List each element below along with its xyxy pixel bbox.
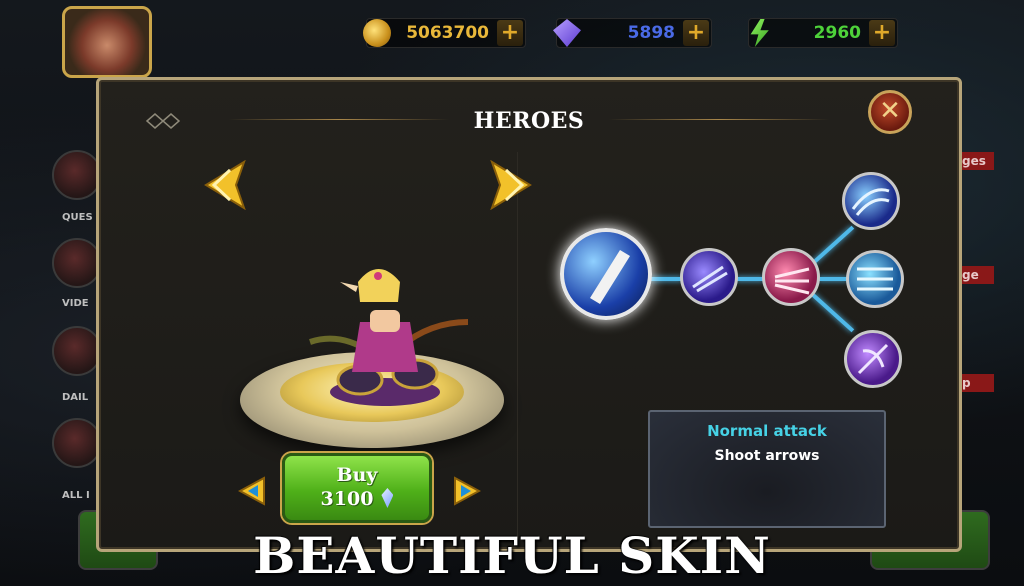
wave-arrow-icon xyxy=(851,188,890,216)
quest-button[interactable] xyxy=(52,150,102,200)
skill-link-1 xyxy=(650,277,682,281)
add-gems-button[interactable]: + xyxy=(683,20,709,46)
energy-counter: 2960 + xyxy=(748,18,898,48)
quest-label: QUES xyxy=(62,212,93,223)
next-skin-button[interactable] xyxy=(453,476,481,506)
title-band: HEROES xyxy=(229,100,829,140)
skill-6-icon[interactable] xyxy=(844,330,902,388)
gold-coin-icon xyxy=(363,19,391,47)
gem-amount: 5898 xyxy=(627,23,675,43)
burst-icon xyxy=(774,267,810,295)
skill-link-2 xyxy=(736,277,764,281)
all-heroes-button[interactable] xyxy=(52,418,102,468)
previous-skin-button[interactable] xyxy=(238,476,266,506)
sword-icon xyxy=(590,250,630,304)
buy-label: Buy xyxy=(336,464,378,486)
close-icon: ✕ xyxy=(879,96,901,126)
panel-divider xyxy=(517,152,518,547)
hero-archer-model[interactable] xyxy=(300,262,470,412)
gold-counter: 5063700 + xyxy=(363,18,526,48)
skill-5-icon[interactable] xyxy=(846,250,904,308)
skill-3-icon[interactable] xyxy=(762,248,820,306)
gem-icon xyxy=(553,19,581,47)
skill-info-title: Normal attack xyxy=(707,422,827,440)
skill-info-box: Normal attack Shoot arrows xyxy=(648,410,886,528)
buy-price: 3100 xyxy=(285,488,429,510)
right-tag-1[interactable]: ges xyxy=(960,152,994,170)
energy-bolt-icon xyxy=(750,19,769,47)
add-gold-button[interactable]: + xyxy=(497,20,523,46)
skill-link-3 xyxy=(818,277,848,281)
next-hero-button[interactable] xyxy=(490,160,536,210)
buy-button[interactable]: Buy 3100 xyxy=(282,453,432,523)
daily-button[interactable] xyxy=(52,326,102,376)
skill-4-icon[interactable] xyxy=(842,172,900,230)
daily-label: DAIL xyxy=(62,392,89,403)
add-energy-button[interactable]: + xyxy=(869,20,895,46)
video-button[interactable] xyxy=(52,238,102,288)
video-label: VIDE xyxy=(62,298,89,309)
panel-title: HEROES xyxy=(473,108,585,134)
triple-arrow-icon xyxy=(857,267,893,291)
arrows-icon xyxy=(692,265,728,293)
buy-price-value: 3100 xyxy=(320,488,374,510)
right-tag-3[interactable]: p xyxy=(960,374,994,392)
player-avatar[interactable] xyxy=(62,6,152,78)
previous-hero-button[interactable] xyxy=(200,160,246,210)
skill-normal-attack-icon[interactable] xyxy=(560,228,652,320)
energy-amount: 2960 xyxy=(813,23,861,43)
gem-counter: 5898 + xyxy=(553,18,712,48)
promo-caption: BEAUTIFUL SKIN xyxy=(253,526,771,585)
gem-icon xyxy=(381,488,394,508)
close-button[interactable]: ✕ xyxy=(868,90,912,134)
skill-info-description: Shoot arrows xyxy=(714,448,820,464)
title-ornament-icon xyxy=(145,113,181,129)
all-heroes-label: ALL I xyxy=(62,490,90,501)
crossbow-icon xyxy=(857,343,889,375)
skill-2-icon[interactable] xyxy=(680,248,738,306)
gold-amount: 5063700 xyxy=(406,23,489,43)
right-tag-2[interactable]: ge xyxy=(960,266,994,284)
